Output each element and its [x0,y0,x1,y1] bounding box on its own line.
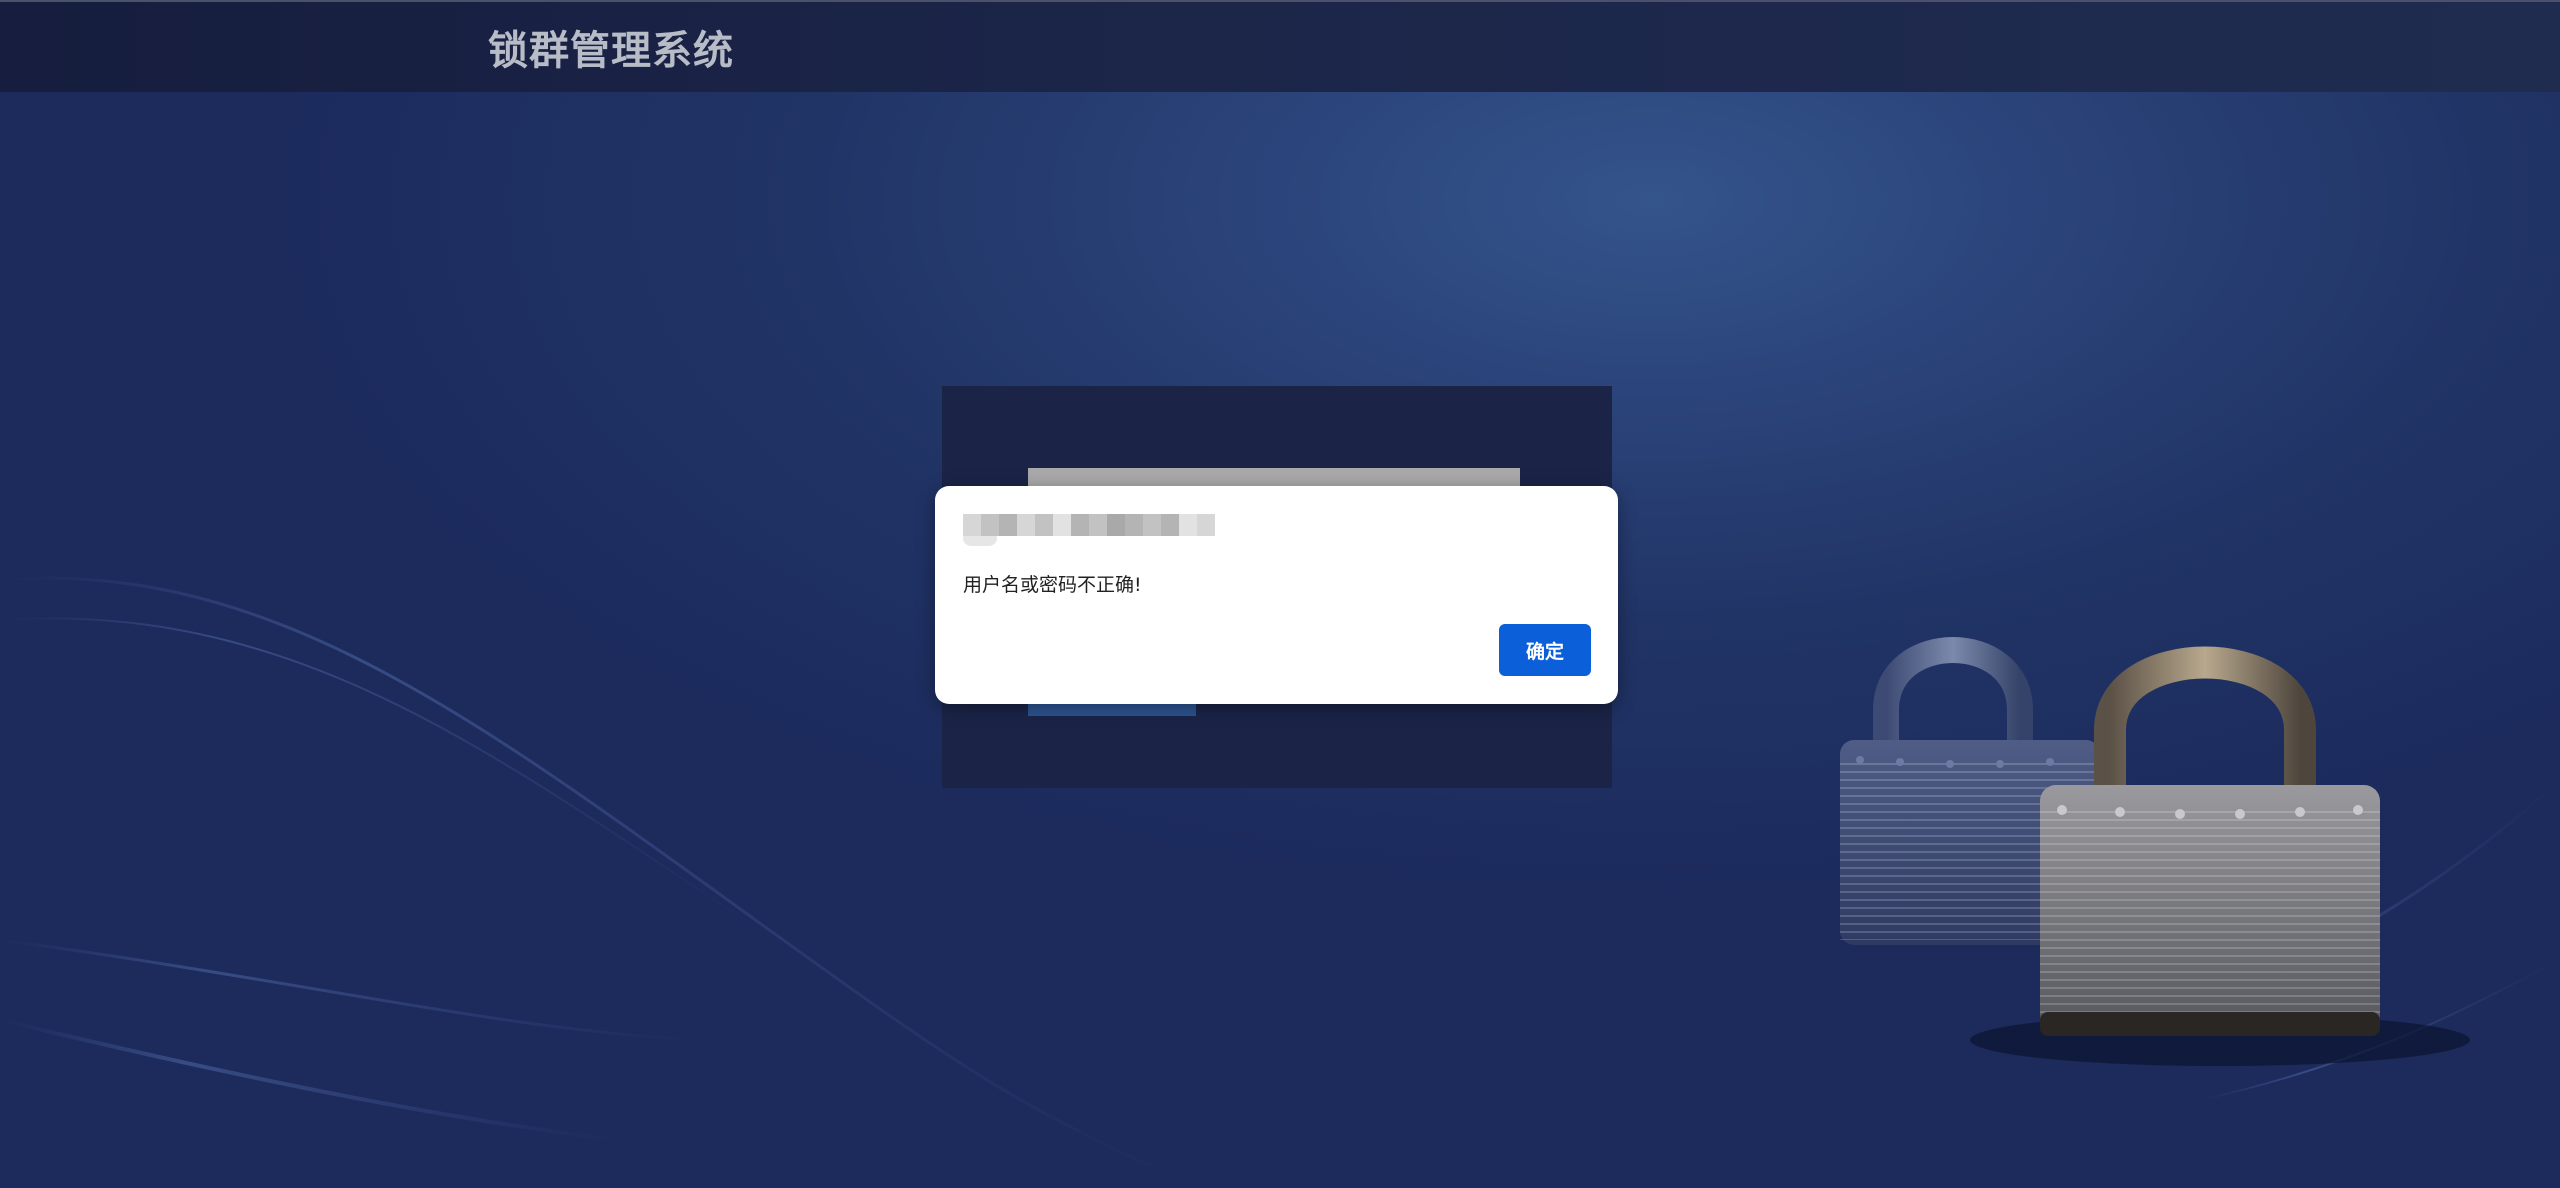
top-bar: 锁群管理系统 [0,0,2560,92]
alert-dialog: 用户名或密码不正确! 确定 [935,486,1618,704]
app-title: 锁群管理系统 [488,28,734,74]
dialog-origin-blurred-tail [963,536,997,546]
ok-button[interactable]: 确定 [1499,624,1591,676]
padlocks-illustration [1840,637,2470,1066]
dialog-origin-blurred [963,514,1215,536]
dialog-message: 用户名或密码不正确! [963,574,1142,596]
